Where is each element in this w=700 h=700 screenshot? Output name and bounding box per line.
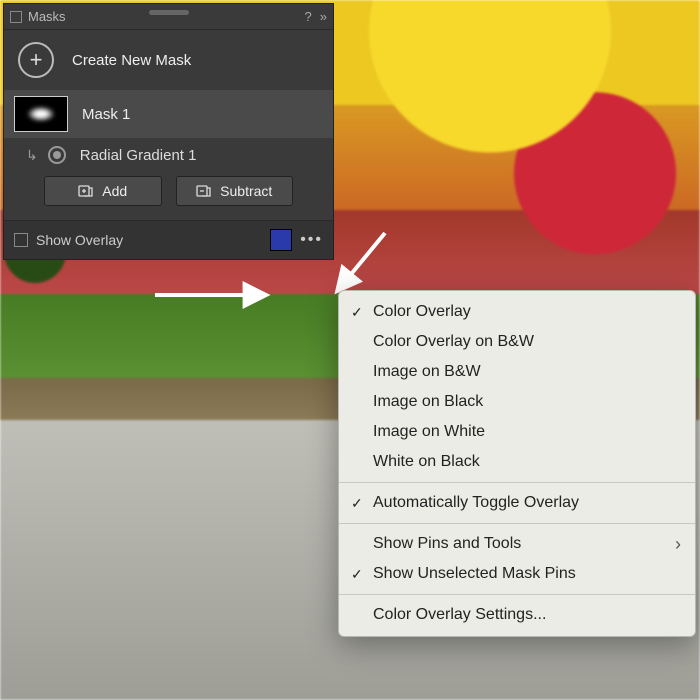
indent-arrow-icon: ↳: [26, 147, 38, 164]
help-icon[interactable]: ?: [305, 9, 312, 24]
menu-color-overlay-bw[interactable]: Color Overlay on B&W: [339, 327, 695, 357]
overlay-options-button[interactable]: •••: [300, 231, 323, 249]
subtract-button-label: Subtract: [220, 183, 272, 199]
check-icon: ✓: [351, 495, 363, 512]
menu-item-label: Image on White: [373, 423, 485, 441]
check-icon: ✓: [351, 566, 363, 583]
menu-item-label: Show Pins and Tools: [373, 535, 521, 553]
create-mask-row[interactable]: + Create New Mask: [4, 30, 333, 90]
mask-component-row[interactable]: ↳ Radial Gradient 1: [4, 138, 333, 168]
menu-separator: [339, 594, 695, 595]
add-button[interactable]: Add: [44, 176, 162, 206]
panel-header[interactable]: Masks ? »: [4, 4, 333, 30]
show-overlay-label: Show Overlay: [36, 232, 123, 248]
panel-square-icon: [10, 11, 22, 23]
overlay-color-swatch[interactable]: [270, 229, 292, 251]
subtract-mask-icon: [196, 183, 212, 199]
menu-item-label: Automatically Toggle Overlay: [373, 494, 579, 512]
menu-image-white[interactable]: Image on White: [339, 417, 695, 447]
masks-panel: Masks ? » + Create New Mask Mask 1 ↳ Rad…: [3, 3, 334, 260]
menu-overlay-settings[interactable]: Color Overlay Settings...: [339, 600, 695, 630]
panel-title: Masks: [28, 9, 66, 24]
create-mask-label: Create New Mask: [72, 52, 191, 69]
radial-gradient-icon: [48, 146, 66, 164]
panel-footer: Show Overlay •••: [4, 220, 333, 259]
mask-item[interactable]: Mask 1: [4, 90, 333, 138]
mask-thumbnail[interactable]: [14, 96, 68, 132]
menu-item-label: Image on Black: [373, 393, 483, 411]
menu-image-black[interactable]: Image on Black: [339, 387, 695, 417]
menu-item-label: White on Black: [373, 453, 480, 471]
menu-auto-toggle[interactable]: ✓ Automatically Toggle Overlay: [339, 488, 695, 518]
component-name: Radial Gradient 1: [80, 147, 197, 164]
menu-white-black[interactable]: White on Black: [339, 447, 695, 477]
menu-item-label: Color Overlay: [373, 303, 471, 321]
menu-item-label: Image on B&W: [373, 363, 481, 381]
menu-item-label: Color Overlay Settings...: [373, 606, 546, 624]
check-icon: ✓: [351, 304, 363, 321]
menu-separator: [339, 523, 695, 524]
menu-separator: [339, 482, 695, 483]
menu-show-pins[interactable]: Show Pins and Tools: [339, 529, 695, 559]
add-button-label: Add: [102, 183, 127, 199]
mask-name: Mask 1: [82, 106, 130, 123]
menu-image-bw[interactable]: Image on B&W: [339, 357, 695, 387]
menu-item-label: Show Unselected Mask Pins: [373, 565, 576, 583]
show-overlay-checkbox[interactable]: [14, 233, 28, 247]
add-mask-icon: [78, 183, 94, 199]
menu-color-overlay[interactable]: ✓ Color Overlay: [339, 297, 695, 327]
collapse-icon[interactable]: »: [320, 9, 327, 24]
subtract-button[interactable]: Subtract: [176, 176, 294, 206]
menu-show-unselected[interactable]: ✓ Show Unselected Mask Pins: [339, 559, 695, 589]
panel-drag-handle[interactable]: [149, 10, 189, 15]
menu-item-label: Color Overlay on B&W: [373, 333, 534, 351]
create-mask-button[interactable]: +: [18, 42, 54, 78]
overlay-context-menu: ✓ Color Overlay Color Overlay on B&W Ima…: [338, 290, 696, 637]
